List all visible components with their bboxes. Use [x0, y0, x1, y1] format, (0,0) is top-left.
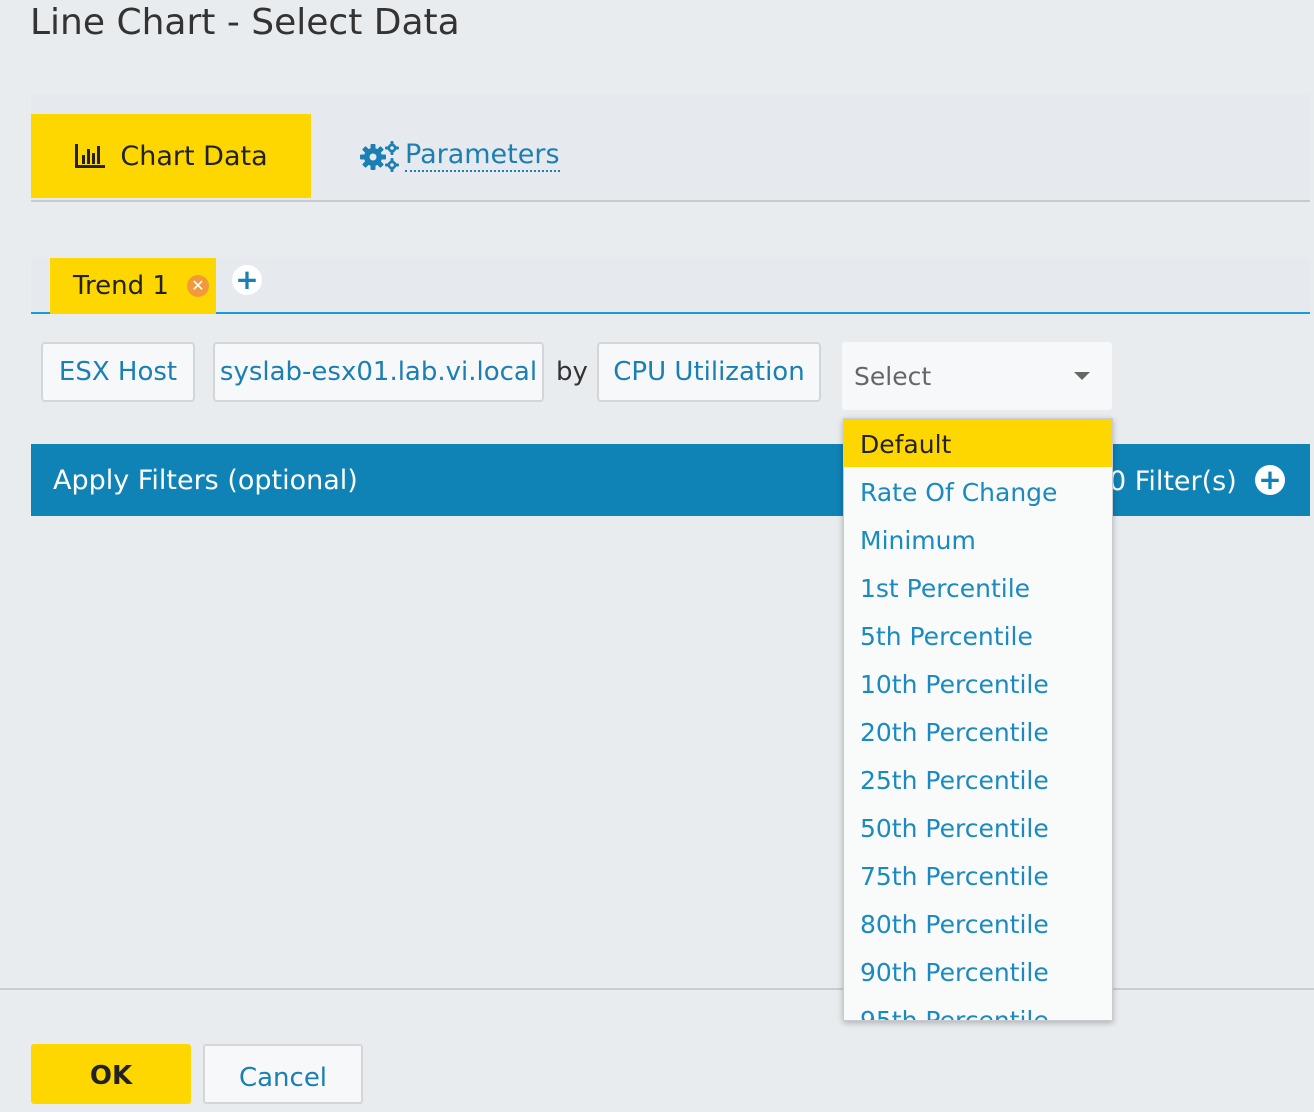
dropdown-option[interactable]: 80th Percentile	[844, 899, 1112, 947]
gears-icon	[360, 141, 399, 172]
dropdown-option[interactable]: 1st Percentile	[844, 563, 1112, 611]
tab-parameters-label: Parameters	[405, 139, 560, 172]
dropdown-option[interactable]: Default	[844, 419, 1112, 467]
metric-chip[interactable]: CPU Utilization	[597, 342, 821, 402]
dropdown-option[interactable]: 50th Percentile	[844, 803, 1112, 851]
ok-button[interactable]: OK	[31, 1044, 191, 1104]
object-name-chip[interactable]: syslab-esx01.lab.vi.local	[213, 342, 544, 402]
dropdown-option[interactable]: Rate Of Change	[844, 467, 1112, 515]
aggregation-dropdown-list[interactable]: Default Rate Of Change Minimum 1st Perce…	[843, 418, 1113, 1021]
close-circle-icon[interactable]: ✕	[186, 275, 209, 297]
filter-count: 0 Filter(s)	[1109, 466, 1237, 497]
object-type-chip[interactable]: ESX Host	[41, 342, 195, 402]
tab-parameters[interactable]: Parameters	[359, 114, 560, 198]
cancel-button[interactable]: Cancel	[203, 1044, 363, 1104]
dialog-title: Line Chart - Select Data	[30, 2, 460, 43]
dropdown-option[interactable]: 75th Percentile	[844, 851, 1112, 899]
dropdown-option[interactable]: 20th Percentile	[844, 707, 1112, 755]
by-label: by	[556, 357, 588, 387]
tab-chart-data[interactable]: Chart Data	[31, 114, 311, 198]
bar-chart-icon	[75, 144, 106, 168]
footer-divider	[0, 988, 1314, 990]
tab-chart-data-label: Chart Data	[120, 140, 268, 172]
apply-filters-label: Apply Filters (optional)	[53, 465, 358, 496]
trend-tab-strip: Trend 1 ✕ +	[31, 258, 1310, 314]
dropdown-option[interactable]: 10th Percentile	[844, 659, 1112, 707]
dropdown-option[interactable]: 25th Percentile	[844, 755, 1112, 803]
dropdown-option[interactable]: 95th Percentile	[844, 995, 1112, 1020]
dropdown-option[interactable]: 90th Percentile	[844, 947, 1112, 995]
add-filter-button[interactable]: +	[1255, 465, 1285, 495]
dropdown-option[interactable]: 5th Percentile	[844, 611, 1112, 659]
apply-filters-bar[interactable]: Apply Filters (optional) 0 Filter(s) +	[31, 444, 1310, 516]
aggregation-select[interactable]: Select	[842, 342, 1112, 410]
trend-tab-label: Trend 1	[73, 271, 169, 301]
add-trend-button[interactable]: +	[232, 265, 262, 295]
dropdown-option[interactable]: Minimum	[844, 515, 1112, 563]
aggregation-select-value: Select	[854, 362, 932, 391]
tab-bar: Chart Data Parameters	[31, 94, 1310, 202]
caret-down-icon	[1074, 372, 1090, 380]
trend-tab[interactable]: Trend 1 ✕	[50, 258, 216, 314]
